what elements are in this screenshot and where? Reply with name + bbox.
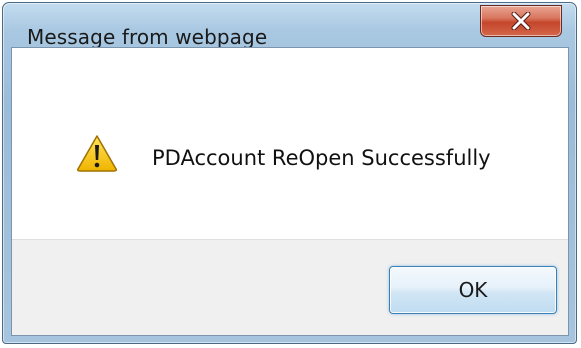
warning-triangle-icon — [77, 135, 117, 172]
close-button[interactable] — [480, 5, 562, 37]
dialog-titlebar[interactable]: Message from webpage — [3, 3, 576, 49]
ok-button[interactable]: OK — [389, 266, 557, 314]
message-dialog: Message from webpage PDAccount ReOpen Su… — [2, 2, 577, 344]
dialog-footer: OK — [12, 239, 568, 335]
dialog-title: Message from webpage — [27, 25, 268, 49]
dialog-body: PDAccount ReOpen Successfully OK — [11, 47, 569, 336]
close-x-icon — [511, 12, 531, 30]
message-area: PDAccount ReOpen Successfully — [12, 48, 568, 239]
dialog-message: PDAccount ReOpen Successfully — [152, 146, 491, 170]
